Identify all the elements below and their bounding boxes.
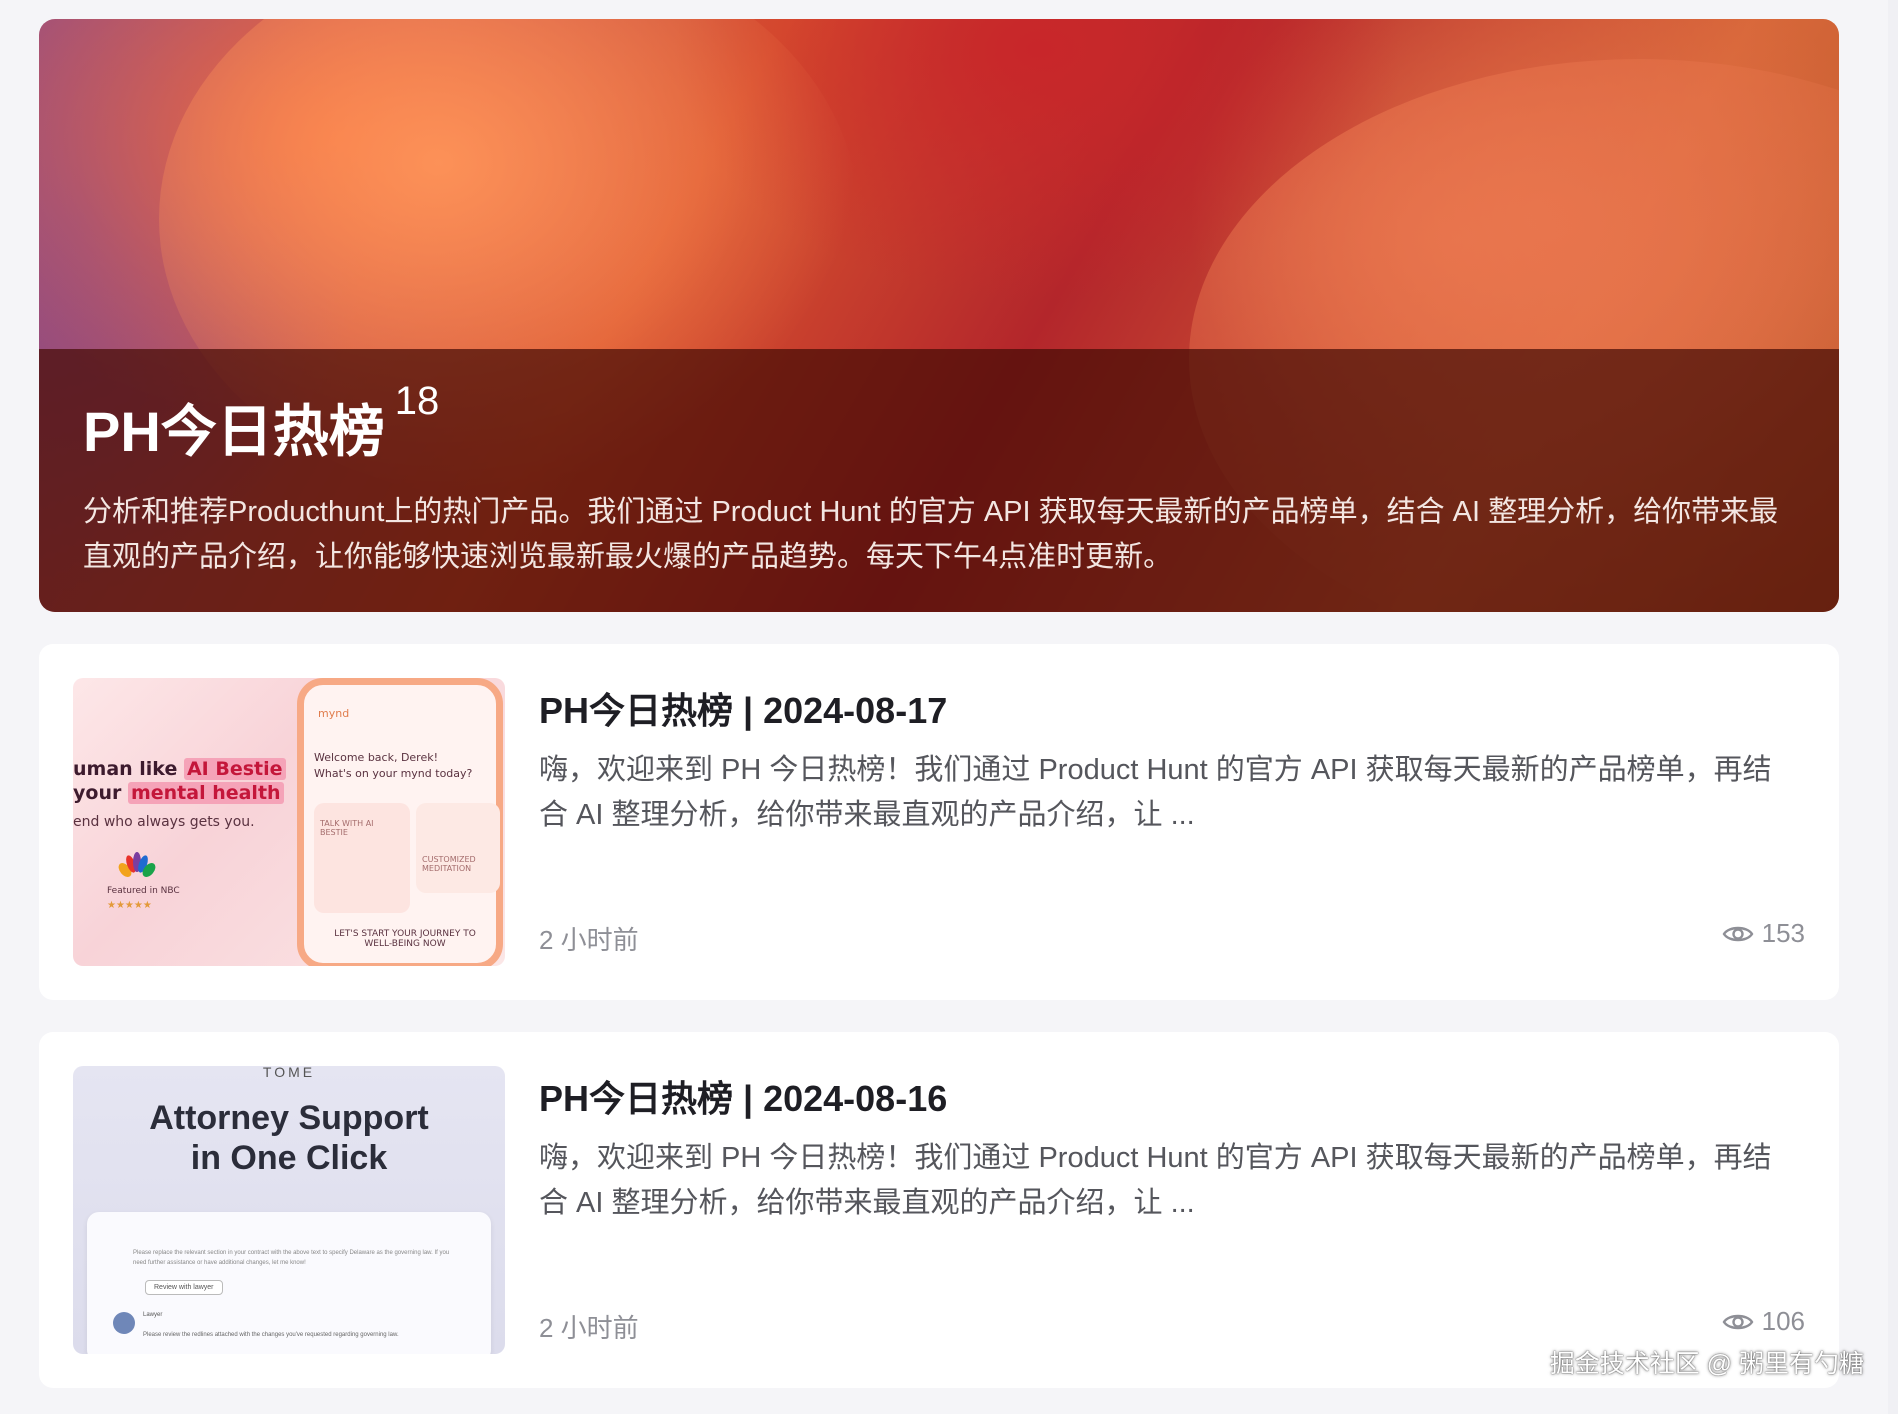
article-title[interactable]: PH今日热榜 | 2024-08-17 bbox=[539, 682, 947, 734]
article-time: 2 小时前 bbox=[539, 925, 639, 955]
hero-overlay: PH今日热榜 18 分析和推荐Producthunt上的热门产品。我们通过 Pr… bbox=[39, 349, 1839, 612]
avatar bbox=[113, 1312, 135, 1334]
article-views: 153 bbox=[1722, 918, 1805, 949]
hero-title-text: PH今日热榜 bbox=[83, 400, 385, 463]
tome-logo: TOME bbox=[262, 1066, 316, 1080]
journey-text: LET'S START YOUR JOURNEY TO WELL-BEING N… bbox=[334, 929, 476, 949]
talk-tile: TALK WITH AI BESTIE bbox=[314, 803, 410, 913]
eye-icon bbox=[1722, 926, 1754, 941]
hero-article-count: 18 bbox=[394, 379, 440, 423]
article-time: 2 小时前 bbox=[539, 1313, 639, 1343]
prompt-text: What's on your mynd today? bbox=[314, 767, 473, 780]
lawyer-label: Lawyer bbox=[143, 1312, 163, 1318]
hero-title: PH今日热榜 18 bbox=[83, 379, 1795, 468]
column-hero-banner: PH今日热榜 18 分析和推荐Producthunt上的热门产品。我们通过 Pr… bbox=[39, 19, 1839, 612]
welcome-text: Welcome back, Derek! bbox=[314, 751, 439, 764]
article-thumbnail[interactable]: uman like AI Bestie your mental health e… bbox=[73, 678, 505, 966]
chat-message: Please replace the relevant section in y… bbox=[133, 1250, 450, 1266]
chat-message: Please review the redlines attached with… bbox=[143, 1332, 399, 1338]
thumb-headline: Attorney Support in One Click bbox=[149, 1099, 429, 1177]
app-phone-mockup: mynd Welcome back, Derek! What's on your… bbox=[297, 678, 503, 966]
thumb-headline: your mental health bbox=[73, 782, 284, 804]
review-button: Review with lawyer bbox=[145, 1280, 223, 1295]
article-title[interactable]: PH今日热榜 | 2024-08-16 bbox=[539, 1070, 947, 1122]
article-views: 106 bbox=[1722, 1306, 1805, 1337]
page-edge bbox=[1888, 0, 1898, 1414]
nbc-logo-icon bbox=[118, 852, 156, 877]
views-count: 106 bbox=[1761, 1306, 1805, 1336]
article-summary: 嗨，欢迎来到 PH 今日热榜！我们通过 Product Hunt 的官方 API… bbox=[539, 1142, 1772, 1219]
mynd-logo: mynd bbox=[318, 707, 350, 720]
eye-icon bbox=[1722, 1314, 1754, 1329]
article-card[interactable]: TOME Attorney Support in One Click Pleas… bbox=[39, 1032, 1839, 1388]
rating-stars: ★★★★★ bbox=[107, 900, 152, 911]
article-card[interactable]: uman like AI Bestie your mental health e… bbox=[39, 644, 1839, 1000]
article-summary: 嗨，欢迎来到 PH 今日热榜！我们通过 Product Hunt 的官方 API… bbox=[539, 754, 1772, 831]
thumb-headline: uman like AI Bestie bbox=[73, 758, 286, 780]
views-count: 153 bbox=[1761, 918, 1805, 948]
article-thumbnail[interactable]: TOME Attorney Support in One Click Pleas… bbox=[73, 1066, 505, 1354]
chat-panel-mockup: Please replace the relevant section in y… bbox=[87, 1212, 491, 1354]
watermark: 掘金技术社区 @ 粥里有勺糖 bbox=[1549, 1350, 1864, 1378]
thumb-tagline: end who always gets you. bbox=[73, 814, 255, 830]
meditation-tile: CUSTOMIZED MEDITATION bbox=[416, 803, 500, 893]
hero-description: 分析和推荐Producthunt上的热门产品。我们通过 Product Hunt… bbox=[83, 496, 1779, 573]
featured-badge: Featured in NBC bbox=[107, 886, 180, 896]
